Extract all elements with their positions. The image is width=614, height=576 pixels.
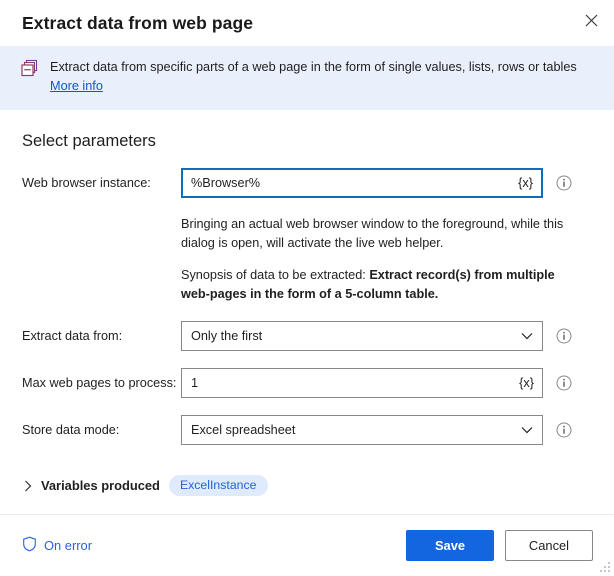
synopsis-prefix: Synopsis of data to be extracted: [181, 267, 370, 282]
dialog-footer: On error Save Cancel [0, 514, 614, 576]
dialog-title: Extract data from web page [22, 12, 254, 33]
max-pages-label: Max web pages to process: [22, 375, 177, 390]
info-banner-text: Extract data from specific parts of a we… [50, 60, 577, 74]
description-block: Bringing an actual web browser window to… [181, 215, 569, 304]
dialog-titlebar: Extract data from web page [0, 0, 614, 46]
variable-badge-excelinstance[interactable]: ExcelInstance [168, 475, 268, 496]
max-pages-value: 1 [191, 376, 199, 390]
chevron-right-icon[interactable] [24, 480, 32, 492]
browser-instance-value: %Browser% [191, 175, 261, 190]
save-button[interactable]: Save [406, 530, 494, 561]
extract-from-label: Extract data from: [22, 328, 123, 343]
chevron-down-icon[interactable] [517, 426, 542, 434]
store-mode-info-icon[interactable] [556, 422, 572, 438]
max-pages-info-icon[interactable] [556, 375, 572, 391]
on-error-label: On error [44, 538, 92, 553]
store-mode-value: Excel spreadsheet [191, 423, 296, 437]
info-banner-body: Extract data from specific parts of a we… [50, 58, 577, 96]
field-row-extract-from: Extract data from: Only the first [22, 321, 592, 351]
variable-picker-button[interactable]: {x} [514, 176, 541, 190]
store-mode-dropdown[interactable]: Excel spreadsheet [181, 415, 543, 445]
resize-grip[interactable] [598, 560, 611, 573]
close-icon [585, 14, 598, 32]
browser-instance-label: Web browser instance: [22, 175, 151, 190]
close-button[interactable] [568, 0, 614, 46]
store-mode-label: Store data mode: [22, 422, 120, 437]
extract-records-icon [20, 59, 39, 83]
cancel-button[interactable]: Cancel [505, 530, 593, 561]
description-paragraph-1: Bringing an actual web browser window to… [181, 216, 564, 250]
description-paragraph-2: Synopsis of data to be extracted: Extrac… [181, 266, 569, 304]
extract-from-dropdown[interactable]: Only the first [181, 321, 543, 351]
field-row-max-pages: Max web pages to process: 1 {x} [22, 368, 592, 398]
footer-buttons: Save Cancel [406, 530, 593, 561]
section-title: Select parameters [22, 131, 156, 150]
field-row-store-mode: Store data mode: Excel spreadsheet [22, 415, 592, 445]
max-pages-input[interactable]: 1 {x} [181, 368, 543, 398]
variable-picker-button[interactable]: {x} [515, 376, 542, 390]
on-error-button[interactable]: On error [22, 536, 92, 555]
variables-produced-row[interactable]: Variables produced ExcelInstance [22, 475, 592, 496]
dialog-content: Select parameters Web browser instance: … [0, 132, 614, 496]
chevron-down-icon[interactable] [517, 332, 542, 340]
extract-from-info-icon[interactable] [556, 328, 572, 344]
more-info-link[interactable]: More info [50, 77, 103, 95]
browser-instance-input[interactable]: %Browser% {x} [181, 167, 543, 198]
shield-icon [22, 536, 37, 555]
field-row-browser-instance: Web browser instance: %Browser% {x} [22, 167, 592, 198]
variables-produced-label[interactable]: Variables produced [41, 478, 160, 493]
extract-from-value: Only the first [191, 329, 263, 343]
info-banner: Extract data from specific parts of a we… [0, 46, 614, 110]
browser-instance-info-icon[interactable] [556, 175, 572, 191]
